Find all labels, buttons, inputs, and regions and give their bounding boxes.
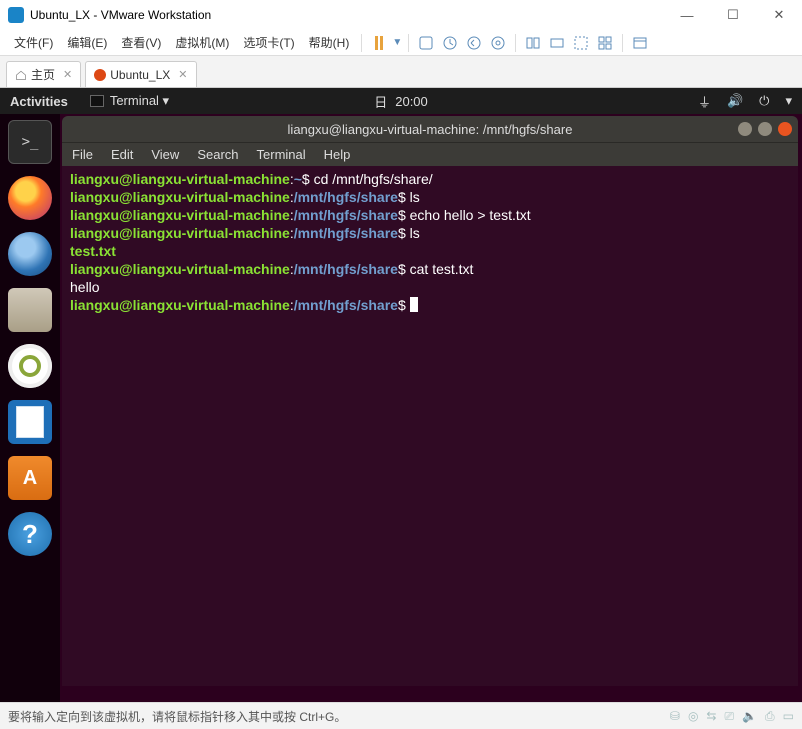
thumbnail-icon[interactable] [594,33,616,53]
window-titlebar: Ubuntu_LX - VMware Workstation ― ☐ ✕ [0,0,802,30]
menu-edit[interactable]: 编辑(E) [61,32,113,53]
unity-icon[interactable] [546,33,568,53]
fullscreen-icon[interactable] [570,33,592,53]
app-menu[interactable]: Terminal ▾ [90,93,169,109]
tab-home[interactable]: 主页 ✕ [6,61,81,87]
pause-button[interactable] [368,33,390,53]
menu-file[interactable]: 文件(F) [8,32,59,53]
minimize-button[interactable]: ― [664,0,710,30]
menu-view[interactable]: 查看(V) [115,32,167,53]
clock-time: 20:00 [395,94,428,109]
dock-rhythmbox-icon[interactable] [8,344,52,388]
vm-display[interactable]: Activities Terminal ▾ 日 20:00 ⏚ 🔊 ⏻ ▾ li… [0,88,802,702]
term-menu-view[interactable]: View [151,147,179,162]
status-device-icons: ⛁ ◎ ⇆ ⎚ 🔈 ⎙ ▭ [670,709,794,724]
status-drive-icon[interactable]: ▭ [783,709,794,724]
terminal-window: liangxu@liangxu-virtual-machine: /mnt/hg… [62,116,798,686]
dock-show-apps-icon[interactable] [8,568,52,612]
ubuntu-icon [94,69,106,81]
term-menu-edit[interactable]: Edit [111,147,133,162]
network-icon[interactable]: ⏚ [698,92,711,111]
vmware-tabbar: 主页 ✕ Ubuntu_LX ✕ [0,56,802,88]
separator [361,34,362,52]
terminal-menubar: File Edit View Search Terminal Help [62,142,798,166]
term-menu-help[interactable]: Help [324,147,351,162]
term-menu-search[interactable]: Search [197,147,238,162]
power-icon[interactable]: ⏻ [759,93,769,109]
separator [515,34,516,52]
tab-home-label: 主页 [31,66,55,83]
system-tray[interactable]: ⏚ 🔊 ⏻ ▾ [698,92,792,111]
terminal-titlebar[interactable]: liangxu@liangxu-virtual-machine: /mnt/hg… [62,116,798,142]
term-menu-terminal[interactable]: Terminal [257,147,306,162]
snapshot-icon[interactable] [439,33,461,53]
library-icon[interactable] [629,33,651,53]
gnome-dock [0,114,60,702]
dock-terminal-icon[interactable] [8,120,52,164]
status-usb-icon[interactable]: ⎚ [724,709,734,724]
terminal-body[interactable]: liangxu@liangxu-virtual-machine:~$ cd /m… [62,166,798,318]
dock-writer-icon[interactable] [8,400,52,444]
close-button[interactable]: ✕ [756,0,802,30]
vmware-icon [8,7,24,23]
app-menu-label: Terminal ▾ [110,93,169,109]
tab-vm-label: Ubuntu_LX [110,68,170,82]
dropdown-icon[interactable]: ▼ [392,37,402,48]
home-icon [15,69,27,81]
clock-day: 日 [374,92,387,111]
fit-guest-icon[interactable] [522,33,544,53]
dock-firefox-icon[interactable] [8,176,52,220]
status-sound-icon[interactable]: 🔈 [742,709,757,724]
terminal-icon [90,95,104,107]
status-disk-icon[interactable]: ⛁ [670,709,680,724]
terminal-title: liangxu@liangxu-virtual-machine: /mnt/hg… [288,122,573,137]
terminal-close-button[interactable] [778,122,792,136]
status-cd-icon[interactable]: ◎ [688,709,698,724]
separator [622,34,623,52]
tab-vm[interactable]: Ubuntu_LX ✕ [85,61,196,87]
status-printer-icon[interactable]: ⎙ [765,709,775,724]
terminal-maximize-button[interactable] [758,122,772,136]
gnome-topbar: Activities Terminal ▾ 日 20:00 ⏚ 🔊 ⏻ ▾ [0,88,802,114]
dock-thunderbird-icon[interactable] [8,232,52,276]
menu-help[interactable]: 帮助(H) [303,32,356,53]
term-menu-file[interactable]: File [72,147,93,162]
maximize-button[interactable]: ☐ [710,0,756,30]
status-net-icon[interactable]: ⇆ [706,709,716,724]
menu-vm[interactable]: 虚拟机(M) [169,32,235,53]
tray-chevron-icon[interactable]: ▾ [785,93,792,109]
volume-icon[interactable]: 🔊 [727,93,743,109]
dock-software-icon[interactable] [8,456,52,500]
dock-files-icon[interactable] [8,288,52,332]
separator [408,34,409,52]
status-message: 要将输入定向到该虚拟机，请将鼠标指针移入其中或按 Ctrl+G。 [8,708,346,725]
terminal-minimize-button[interactable] [738,122,752,136]
clock[interactable]: 日 20:00 [374,92,428,111]
dock-help-icon[interactable] [8,512,52,556]
vmware-statusbar: 要将输入定向到该虚拟机，请将鼠标指针移入其中或按 Ctrl+G。 ⛁ ◎ ⇆ ⎚… [0,702,802,729]
menu-tabs[interactable]: 选项卡(T) [237,32,300,53]
activities-button[interactable]: Activities [10,94,68,109]
snapshot-revert-icon[interactable] [463,33,485,53]
snapshot-manager-icon[interactable] [487,33,509,53]
vmware-menubar: 文件(F) 编辑(E) 查看(V) 虚拟机(M) 选项卡(T) 帮助(H) ▼ [0,30,802,56]
tab-home-close-icon[interactable]: ✕ [63,68,72,81]
tab-vm-close-icon[interactable]: ✕ [178,68,187,81]
send-ctrlaltdel-icon[interactable] [415,33,437,53]
window-title: Ubuntu_LX - VMware Workstation [30,8,664,22]
